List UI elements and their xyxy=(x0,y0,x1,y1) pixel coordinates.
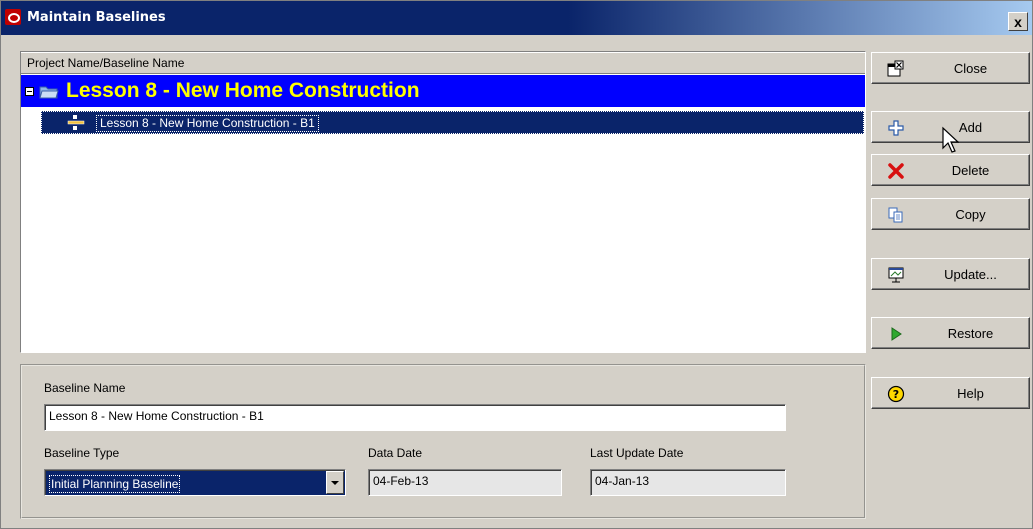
oracle-logo-icon xyxy=(5,9,21,25)
baseline-icon xyxy=(67,115,85,130)
update-button-label: Update... xyxy=(944,267,997,282)
window-close-button[interactable]: x xyxy=(1008,12,1028,31)
close-button-label: Close xyxy=(953,61,988,76)
restore-icon xyxy=(891,327,902,341)
data-date-label: Data Date xyxy=(368,446,423,460)
help-button-label: Help xyxy=(957,386,984,401)
data-date-field: 04-Feb-13 xyxy=(368,469,562,496)
baseline-name-field[interactable]: Lesson 8 - New Home Construction - B1 xyxy=(44,404,786,431)
project-name: Lesson 8 - New Home Construction xyxy=(66,79,420,102)
restore-button[interactable]: Restore xyxy=(871,317,1030,349)
update-button[interactable]: Update... xyxy=(871,258,1030,290)
restore-button-label: Restore xyxy=(947,326,994,341)
chevron-down-icon[interactable] xyxy=(326,471,344,494)
baseline-type-select[interactable]: Initial Planning Baseline xyxy=(44,469,346,496)
baseline-name: Lesson 8 - New Home Construction - B1 xyxy=(96,115,319,132)
baseline-type-value: Initial Planning Baseline xyxy=(49,475,181,493)
close-button[interactable]: Close xyxy=(871,52,1030,84)
last-update-date-label: Last Update Date xyxy=(590,446,684,460)
delete-icon xyxy=(888,163,904,179)
copy-button-label: Copy xyxy=(955,207,986,222)
last-update-date-field: 04-Jan-13 xyxy=(590,469,786,496)
tree-row-baseline[interactable]: Lesson 8 - New Home Construction - B1 xyxy=(41,111,864,134)
folder-open-icon xyxy=(39,86,59,99)
baseline-details-panel: Baseline Name Lesson 8 - New Home Constr… xyxy=(20,364,866,519)
delete-button[interactable]: Delete xyxy=(871,154,1030,186)
close-window-icon xyxy=(887,60,904,77)
copy-icon xyxy=(888,207,903,223)
help-button[interactable]: ? Help xyxy=(871,377,1030,409)
tree-row-project[interactable]: Lesson 8 - New Home Construction xyxy=(21,75,865,107)
baseline-type-label: Baseline Type xyxy=(44,446,120,460)
baseline-tree: Project Name/Baseline Name Lesson 8 - Ne… xyxy=(20,51,866,353)
update-icon xyxy=(888,267,904,283)
add-icon xyxy=(888,120,904,136)
maintain-baselines-dialog: Maintain Baselines x Project Name/Baseli… xyxy=(0,0,1033,529)
help-icon: ? xyxy=(887,385,905,403)
svg-text:?: ? xyxy=(893,388,899,401)
mouse-pointer-icon xyxy=(942,126,960,153)
column-header[interactable]: Project Name/Baseline Name xyxy=(21,52,865,74)
add-button-label: Add xyxy=(958,120,983,135)
delete-button-label: Delete xyxy=(951,163,990,178)
baseline-name-label: Baseline Name xyxy=(44,381,126,395)
copy-button[interactable]: Copy xyxy=(871,198,1030,230)
window-title: Maintain Baselines xyxy=(27,10,166,25)
collapse-icon[interactable] xyxy=(25,87,34,96)
title-bar: Maintain Baselines x xyxy=(1,1,1032,35)
